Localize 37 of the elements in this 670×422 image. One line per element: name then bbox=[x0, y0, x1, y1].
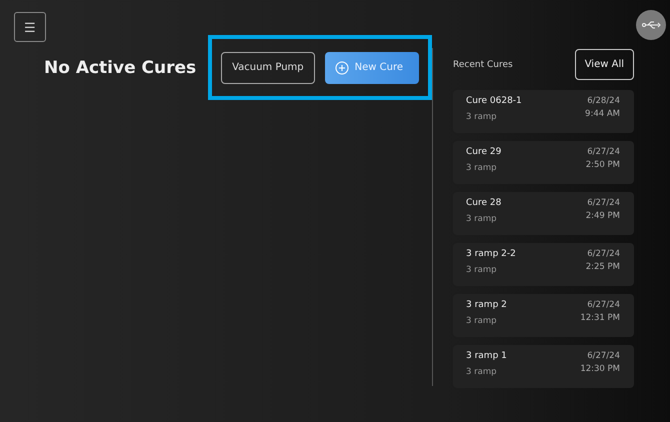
cure-date: 6/27/24 bbox=[587, 300, 620, 310]
cure-name: Cure 29 bbox=[466, 147, 502, 157]
cure-recipe: 3 ramp bbox=[466, 367, 498, 377]
cure-time: 2:50 PM bbox=[586, 160, 620, 170]
menu-button[interactable]: ☰ bbox=[14, 12, 46, 42]
cure-name: 3 ramp 2 bbox=[466, 300, 507, 310]
usb-icon[interactable] bbox=[636, 10, 666, 40]
cure-name: 3 ramp 2-2 bbox=[466, 249, 516, 259]
vacuum-pump-button[interactable]: Vacuum Pump bbox=[221, 52, 315, 84]
cure-name: Cure 28 bbox=[466, 198, 502, 208]
cure-time: 2:25 PM bbox=[586, 262, 620, 272]
cure-date: 6/27/24 bbox=[587, 147, 620, 157]
section-heading: Recent Cures bbox=[453, 60, 513, 70]
cure-recipe: 3 ramp bbox=[466, 112, 498, 122]
plus-icon bbox=[334, 60, 349, 74]
cure-date: 6/27/24 bbox=[587, 351, 620, 361]
cure-card[interactable]: Cure 29 3 ramp 6/27/24 2:50 PM bbox=[453, 141, 634, 184]
cure-date: 6/27/24 bbox=[587, 198, 620, 208]
cure-card[interactable]: 3 ramp 1 3 ramp 6/27/24 12:30 PM bbox=[453, 345, 634, 388]
cure-card[interactable]: 3 ramp 2-2 3 ramp 6/27/24 2:25 PM bbox=[453, 243, 634, 286]
cure-recipe: 3 ramp bbox=[466, 214, 498, 224]
cure-recipe: 3 ramp bbox=[466, 265, 498, 275]
cure-recipe: 3 ramp bbox=[466, 163, 498, 173]
cure-name: 3 ramp 1 bbox=[466, 351, 507, 361]
cure-time: 12:31 PM bbox=[580, 313, 620, 323]
cure-name: Cure 0628-1 bbox=[466, 96, 522, 106]
cure-date: 6/27/24 bbox=[587, 249, 620, 259]
cure-card[interactable]: Cure 0628-1 3 ramp 6/28/24 9:44 AM bbox=[453, 90, 634, 133]
cure-date: 6/28/24 bbox=[587, 96, 620, 106]
cure-time: 2:49 PM bbox=[586, 211, 620, 221]
cure-time: 9:44 AM bbox=[585, 109, 620, 119]
cure-card[interactable]: 3 ramp 2 3 ramp 6/27/24 12:31 PM bbox=[453, 294, 634, 337]
view-all-button[interactable]: View All bbox=[574, 49, 634, 80]
cure-recipe: 3 ramp bbox=[466, 316, 498, 326]
cure-time: 12:30 PM bbox=[580, 364, 620, 374]
page-title: No Active Cures bbox=[44, 58, 198, 78]
cure-card[interactable]: Cure 28 3 ramp 6/27/24 2:49 PM bbox=[453, 192, 634, 235]
